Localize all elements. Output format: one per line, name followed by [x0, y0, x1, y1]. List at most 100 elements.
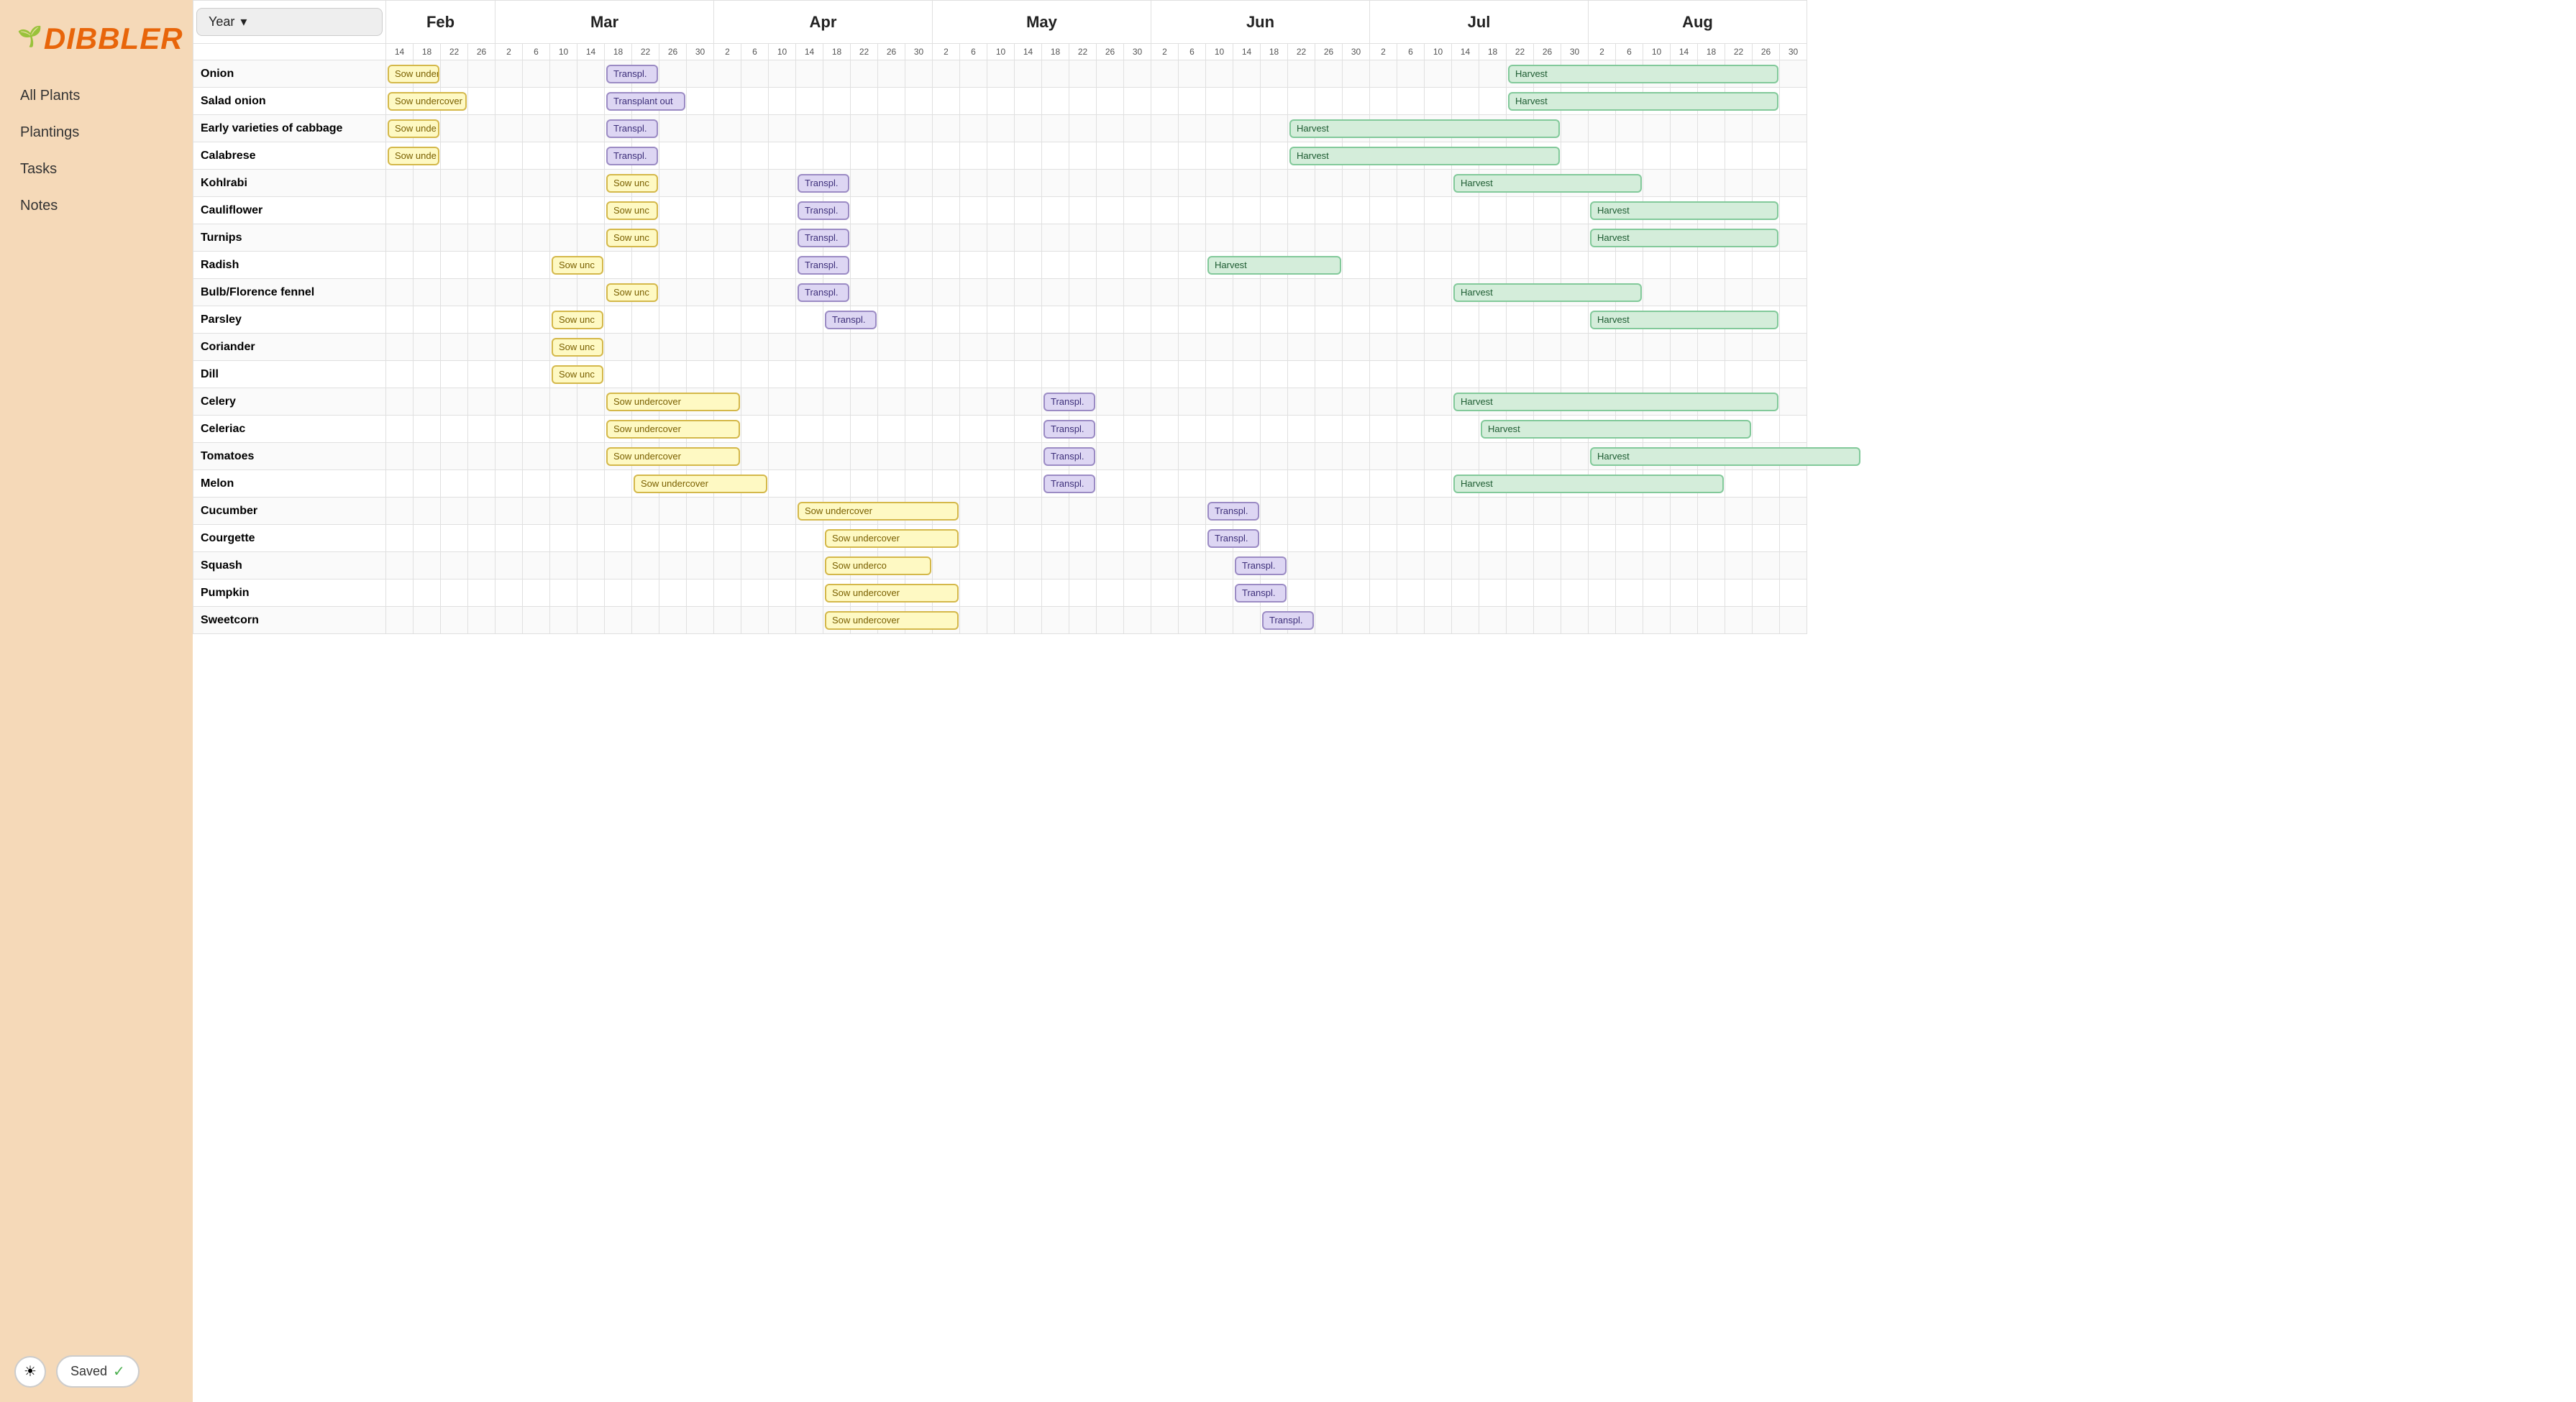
task-pill-transplant[interactable]: Transpl. — [798, 256, 849, 275]
task-pill-harvest[interactable]: Harvest — [1508, 92, 1778, 111]
day-cell — [987, 416, 1015, 443]
day-cell — [605, 525, 632, 552]
task-pill-harvest[interactable]: Harvest — [1207, 256, 1341, 275]
task-pill-transplant[interactable]: Transpl. — [606, 119, 658, 138]
day-cell — [550, 60, 577, 88]
task-pill-transplant[interactable]: Transpl. — [1235, 556, 1287, 575]
task-pill-harvest[interactable]: Harvest — [1481, 420, 1751, 439]
year-selector[interactable]: Year ▾ — [196, 8, 383, 36]
day-cell — [577, 579, 605, 607]
task-pill-harvest[interactable]: Harvest — [1508, 65, 1778, 83]
task-pill-sow[interactable]: Sow undercover — [606, 447, 740, 466]
task-pill-transplant[interactable]: Transpl. — [1262, 611, 1314, 630]
plant-row: DillSow unc — [193, 361, 1807, 388]
day-cell — [1780, 60, 1807, 88]
sidebar-item-notes[interactable]: Notes — [0, 188, 193, 224]
day-cell — [1288, 579, 1315, 607]
task-pill-transplant[interactable]: Transpl. — [1207, 502, 1259, 521]
task-pill-sow[interactable]: Sow undercover — [606, 420, 740, 439]
task-pill-harvest[interactable]: Harvest — [1453, 174, 1642, 193]
sidebar-item-plantings[interactable]: Plantings — [0, 114, 193, 151]
task-pill-harvest[interactable]: Harvest — [1453, 283, 1642, 302]
task-pill-sow[interactable]: Sow undercover — [388, 92, 467, 111]
task-pill-harvest[interactable]: Harvest — [1590, 311, 1778, 329]
day-cell — [741, 115, 769, 142]
day-cell — [468, 498, 495, 525]
task-pill-transplant[interactable]: Transpl. — [606, 147, 658, 165]
month-header-mar: Mar — [495, 1, 714, 44]
task-pill-sow[interactable]: Sow undercover — [798, 502, 959, 521]
task-pill-sow[interactable]: Sow unc — [552, 256, 603, 275]
saved-button[interactable]: Saved ✓ — [56, 1355, 140, 1388]
task-pill-sow[interactable]: Sow unde — [388, 147, 439, 165]
task-pill-sow[interactable]: Sow unc — [552, 311, 603, 329]
day-cell — [1206, 470, 1233, 498]
task-pill-sow[interactable]: Sow undercover — [825, 611, 959, 630]
task-pill-sow[interactable]: Sow undercover — [825, 529, 959, 548]
day-cell — [550, 470, 577, 498]
day-cell — [1507, 443, 1534, 470]
day-cell — [1780, 115, 1807, 142]
day-cell — [1233, 361, 1261, 388]
task-pill-transplant[interactable]: Transpl. — [606, 65, 658, 83]
task-pill-harvest[interactable]: Harvest — [1289, 119, 1560, 138]
day-cell — [659, 607, 687, 634]
day-cell — [1425, 607, 1452, 634]
task-pill-harvest[interactable]: Harvest — [1453, 393, 1778, 411]
task-pill-sow[interactable]: Sow undercover — [634, 475, 767, 493]
task-pill-sow[interactable]: Sow unc — [606, 283, 658, 302]
task-pill-harvest[interactable]: Harvest — [1453, 475, 1724, 493]
task-pill-transplant[interactable]: Transpl. — [798, 229, 849, 247]
day-cell — [1753, 470, 1780, 498]
day-cell — [960, 498, 987, 525]
task-pill-harvest[interactable]: Harvest — [1590, 201, 1778, 220]
day-cell — [1097, 416, 1124, 443]
sidebar-item-tasks[interactable]: Tasks — [0, 151, 193, 188]
task-pill-transplant[interactable]: Transpl. — [798, 283, 849, 302]
task-pill-sow[interactable]: Sow unc — [606, 201, 658, 220]
task-pill-sow[interactable]: Sow undercover — [825, 584, 959, 603]
task-pill-sow[interactable]: Sow unc — [552, 338, 603, 357]
task-pill-transplant[interactable]: Transpl. — [798, 174, 849, 193]
day-cell: Harvest — [1452, 170, 1479, 197]
task-pill-transplant[interactable]: Transpl. — [1043, 475, 1095, 493]
task-pill-transplant[interactable]: Transpl. — [1043, 447, 1095, 466]
day-cell — [1698, 607, 1725, 634]
day-cell — [1288, 525, 1315, 552]
task-pill-harvest[interactable]: Harvest — [1289, 147, 1560, 165]
task-pill-transplant[interactable]: Transpl. — [1043, 393, 1095, 411]
day-cell: Sow undercover — [796, 498, 823, 525]
day-cell — [823, 388, 851, 416]
task-pill-harvest[interactable]: Harvest — [1590, 229, 1778, 247]
task-pill-sow[interactable]: Sow unc — [606, 229, 658, 247]
day-cell — [1507, 306, 1534, 334]
theme-button[interactable]: ☀ — [14, 1356, 46, 1388]
task-pill-transplant[interactable]: Transpl. — [1043, 420, 1095, 439]
day-cell — [550, 142, 577, 170]
task-pill-harvest[interactable]: Harvest — [1590, 447, 1860, 466]
task-pill-sow[interactable]: Sow underco — [825, 556, 931, 575]
day-cell — [769, 470, 796, 498]
sidebar-item-all-plants[interactable]: All Plants — [0, 78, 193, 114]
day-cell — [1725, 470, 1753, 498]
day-cell — [1343, 579, 1370, 607]
task-pill-transplant[interactable]: Transpl. — [1207, 529, 1259, 548]
day-cell — [1479, 224, 1507, 252]
task-pill-transplant[interactable]: Transplant out — [606, 92, 685, 111]
day-cell — [933, 334, 960, 361]
day-col-apr-18: 18 — [823, 44, 851, 60]
task-pill-sow[interactable]: Sow unc — [552, 365, 603, 384]
day-col-jun-2: 2 — [1151, 44, 1179, 60]
task-pill-sow[interactable]: Sow undercover — [606, 393, 740, 411]
day-cell — [1015, 579, 1042, 607]
day-cell — [823, 115, 851, 142]
task-pill-transplant[interactable]: Transpl. — [1235, 584, 1287, 603]
task-pill-sow[interactable]: Sow underco — [388, 65, 439, 83]
day-cell — [1780, 552, 1807, 579]
task-pill-sow[interactable]: Sow unc — [606, 174, 658, 193]
day-cell — [1425, 197, 1452, 224]
task-pill-sow[interactable]: Sow unde — [388, 119, 439, 138]
task-pill-transplant[interactable]: Transpl. — [798, 201, 849, 220]
task-pill-transplant[interactable]: Transpl. — [825, 311, 877, 329]
calendar-wrap[interactable]: Year ▾ FebMarAprMayJunJulAug 14182226261… — [193, 0, 2576, 1402]
